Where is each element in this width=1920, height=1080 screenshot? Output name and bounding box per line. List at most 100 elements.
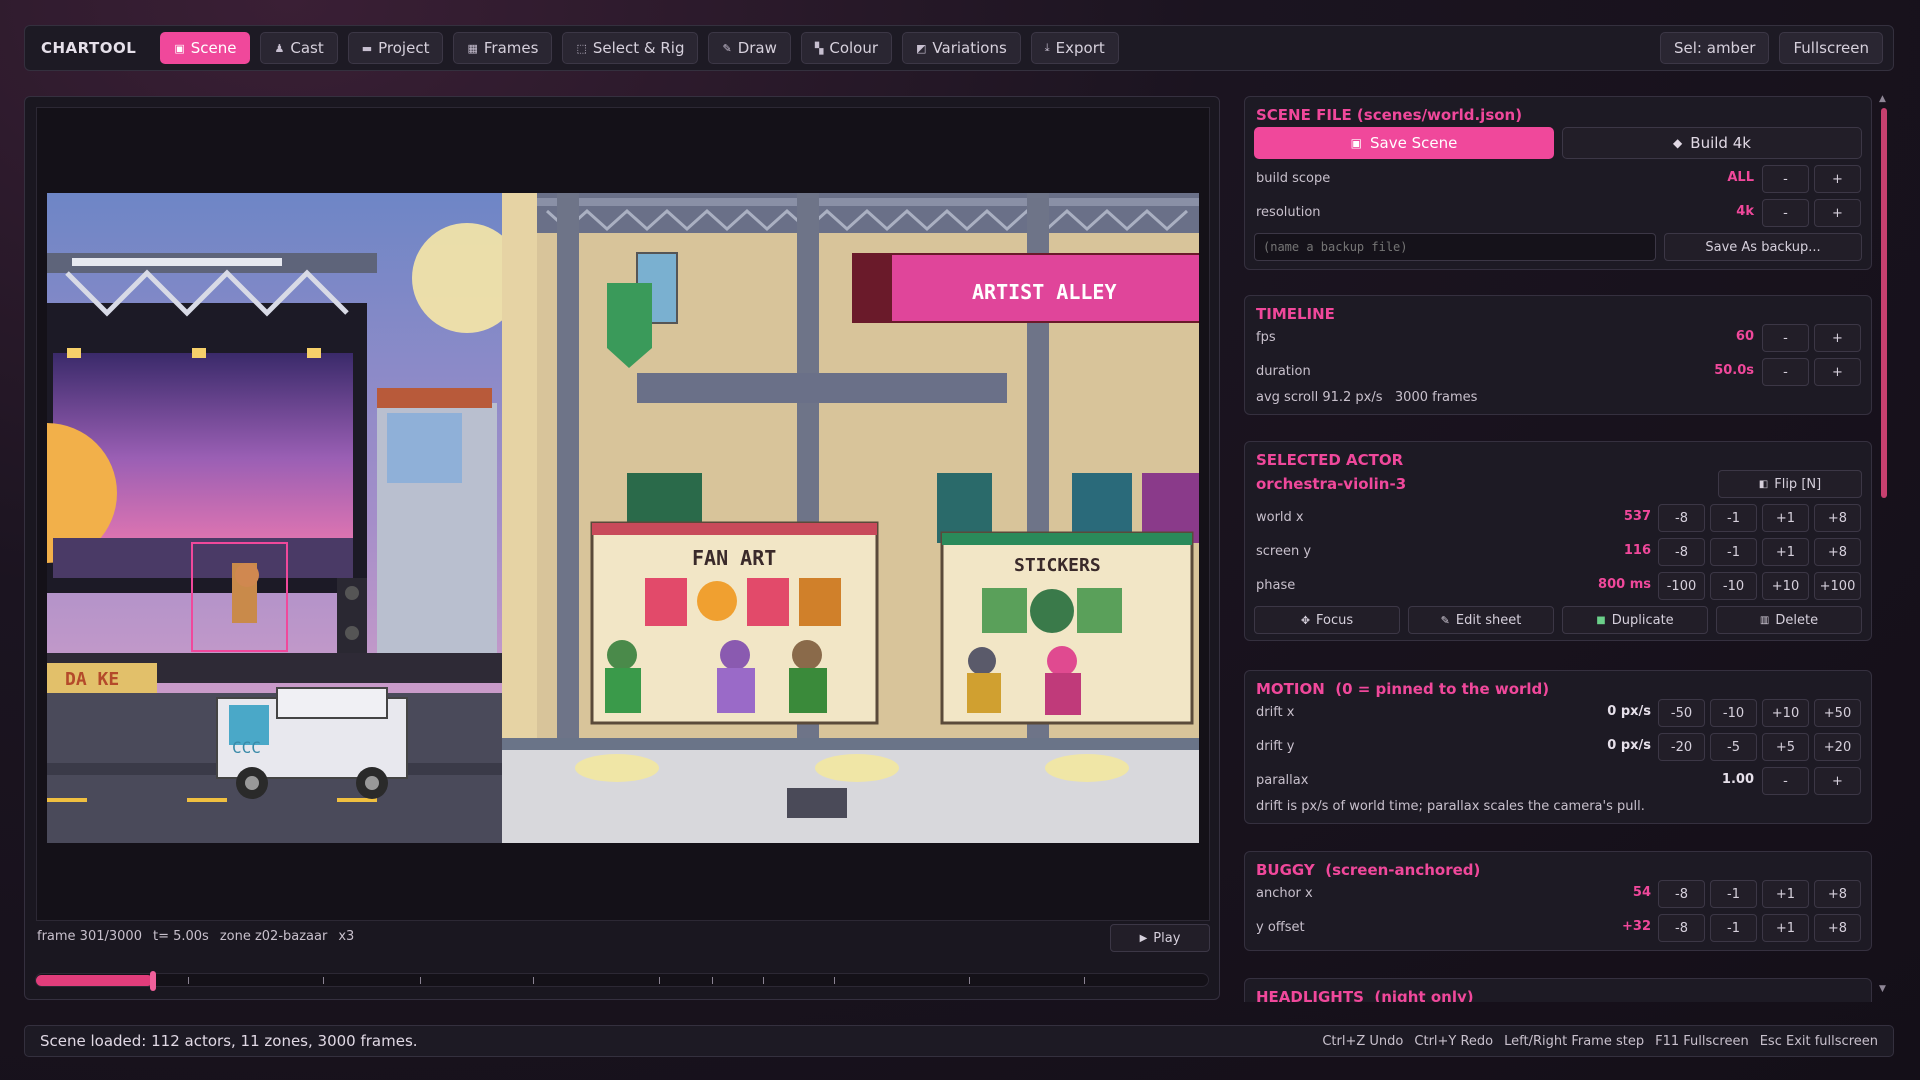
fps-plus[interactable]: + xyxy=(1814,324,1861,352)
selection-button[interactable]: Sel: amber xyxy=(1660,32,1770,64)
duration-label: duration xyxy=(1256,364,1311,379)
play-button[interactable]: ▶ Play xyxy=(1110,924,1210,952)
scroll-down-icon[interactable]: ▼ xyxy=(1879,984,1886,994)
y-offset-plus8[interactable]: +8 xyxy=(1814,914,1861,942)
save-scene-button[interactable]: ▣ Save Scene xyxy=(1254,127,1554,159)
focus-button[interactable]: ✥ Focus xyxy=(1254,606,1400,634)
y-offset-plus1[interactable]: +1 xyxy=(1762,914,1809,942)
fps-row: fps 60 - + xyxy=(1245,324,1872,352)
tab-frames[interactable]: ▦ Frames xyxy=(453,32,553,64)
y-offset-minus8[interactable]: -8 xyxy=(1658,914,1705,942)
screen-y-plus8[interactable]: +8 xyxy=(1814,538,1861,566)
build-scope-minus[interactable]: - xyxy=(1762,165,1809,193)
tab-colour[interactable]: ▚ Colour xyxy=(800,32,893,64)
duration-value: 50.0s xyxy=(1714,363,1754,378)
drift-y-plus5[interactable]: +5 xyxy=(1762,733,1809,761)
phase-minus10[interactable]: -10 xyxy=(1710,572,1757,600)
drift-y-plus20[interactable]: +20 xyxy=(1814,733,1861,761)
drift-x-plus50[interactable]: +50 xyxy=(1814,699,1861,727)
world-x-plus1[interactable]: +1 xyxy=(1762,504,1809,532)
timeline-scrubber[interactable] xyxy=(35,971,1209,991)
parallax-plus[interactable]: + xyxy=(1814,767,1861,795)
scrollbar-thumb[interactable] xyxy=(1881,108,1887,498)
drift-x-row: drift x 0 px/s -50 -10 +10 +50 xyxy=(1245,699,1872,727)
build-4k-button[interactable]: ◆ Build 4k xyxy=(1562,127,1862,159)
zoom-readout: x3 xyxy=(338,929,355,944)
tab-cast[interactable]: ♟ Cast xyxy=(260,32,338,64)
world-x-minus8[interactable]: -8 xyxy=(1658,504,1705,532)
parallax-value: 1.00 xyxy=(1721,772,1754,787)
resolution-minus[interactable]: - xyxy=(1762,199,1809,227)
phase-row: phase 800 ms -100 -10 +10 +100 xyxy=(1245,572,1872,600)
shortcut-redo: Ctrl+Y Redo xyxy=(1414,1033,1494,1049)
timeline-playhead[interactable] xyxy=(150,971,157,991)
buggy-title: BUGGY (screen-anchored) xyxy=(1256,861,1481,879)
resolution-row: resolution 4k - + xyxy=(1245,199,1872,227)
phase-plus10[interactable]: +10 xyxy=(1762,572,1809,600)
phase-plus100[interactable]: +100 xyxy=(1814,572,1861,600)
anchor-x-label: anchor x xyxy=(1256,886,1313,901)
build-scope-plus[interactable]: + xyxy=(1814,165,1861,193)
delete-button[interactable]: ▥ Delete xyxy=(1716,606,1862,634)
backup-name-input[interactable] xyxy=(1254,233,1656,261)
drift-y-minus5[interactable]: -5 xyxy=(1710,733,1757,761)
parallax-minus[interactable]: - xyxy=(1762,767,1809,795)
tab-variations[interactable]: ◩ Variations xyxy=(902,32,1021,64)
top-toolbar: CHARTOOL ▣ Scene ♟ Cast ▬ Project ▦ Frames ⬚… xyxy=(24,25,1894,71)
save-icon: ▣ xyxy=(1350,136,1362,150)
timeline-note: avg scroll 91.2 px/s 3000 frames xyxy=(1256,390,1478,405)
duration-minus[interactable]: - xyxy=(1762,358,1809,386)
screen-y-minus8[interactable]: -8 xyxy=(1658,538,1705,566)
pencil-icon: ✎ xyxy=(1440,613,1450,627)
zone-marker xyxy=(834,977,835,984)
edit-sheet-label: Edit sheet xyxy=(1455,612,1522,628)
tab-draw[interactable]: ✎ Draw xyxy=(708,32,791,64)
zone-marker xyxy=(420,977,421,984)
buggy-panel: BUGGY (screen-anchored) anchor x 54 -8 -… xyxy=(1244,851,1872,951)
tab-select-rig[interactable]: ⬚ Select & Rig xyxy=(562,32,699,64)
tab-project[interactable]: ▬ Project xyxy=(347,32,444,64)
save-as-backup-button[interactable]: Save As backup... xyxy=(1664,233,1862,261)
duration-plus[interactable]: + xyxy=(1814,358,1861,386)
phase-minus100[interactable]: -100 xyxy=(1658,572,1705,600)
anchor-x-minus1[interactable]: -1 xyxy=(1710,880,1757,908)
screen-y-minus1[interactable]: -1 xyxy=(1710,538,1757,566)
zone-marker xyxy=(969,977,970,984)
drift-x-plus10[interactable]: +10 xyxy=(1762,699,1809,727)
phase-label: phase xyxy=(1256,578,1296,593)
fullscreen-button[interactable]: Fullscreen xyxy=(1779,32,1883,64)
panel-scrollbar[interactable]: ▲ ▼ xyxy=(1878,94,1890,998)
zone-marker xyxy=(763,977,764,984)
scene-illustration: DA KE CCC ARTIST ALLEY FAN ART STICKERS xyxy=(47,193,1199,843)
scroll-up-icon[interactable]: ▲ xyxy=(1879,94,1886,104)
scene-canvas[interactable]: DA KE CCC ARTIST ALLEY FAN ART STICKERS xyxy=(47,193,1199,843)
drift-x-minus50[interactable]: -50 xyxy=(1658,699,1705,727)
drift-x-minus10[interactable]: -10 xyxy=(1710,699,1757,727)
world-x-minus1[interactable]: -1 xyxy=(1710,504,1757,532)
anchor-x-plus8[interactable]: +8 xyxy=(1814,880,1861,908)
cast-icon: ♟ xyxy=(274,41,285,55)
delete-label: Delete xyxy=(1775,612,1819,628)
y-offset-minus1[interactable]: -1 xyxy=(1710,914,1757,942)
parallax-row: parallax 1.00 - + xyxy=(1245,767,1872,795)
tab-scene[interactable]: ▣ Scene xyxy=(160,32,251,64)
edit-sheet-button[interactable]: ✎ Edit sheet xyxy=(1408,606,1554,634)
resolution-plus[interactable]: + xyxy=(1814,199,1861,227)
tab-export[interactable]: ⤓ Export xyxy=(1030,32,1119,64)
tab-label: Variations xyxy=(932,39,1007,57)
drift-y-label: drift y xyxy=(1256,739,1295,754)
fps-minus[interactable]: - xyxy=(1762,324,1809,352)
palette-icon: ▚ xyxy=(814,41,824,55)
flip-button[interactable]: ◧ Flip [N] xyxy=(1718,470,1862,498)
drift-y-minus20[interactable]: -20 xyxy=(1658,733,1705,761)
shortcut-exit-fullscreen: Esc Exit fullscreen xyxy=(1759,1033,1878,1049)
focus-icon: ✥ xyxy=(1300,613,1311,627)
tab-label: Export xyxy=(1055,39,1105,57)
anchor-x-plus1[interactable]: +1 xyxy=(1762,880,1809,908)
world-x-plus8[interactable]: +8 xyxy=(1814,504,1861,532)
duplicate-button[interactable]: ■ Duplicate xyxy=(1562,606,1708,634)
screen-y-plus1[interactable]: +1 xyxy=(1762,538,1809,566)
motion-note: drift is px/s of world time; parallax sc… xyxy=(1256,799,1645,814)
stage-info: frame 301/3000 t= 5.00s zone z02-bazaar … xyxy=(37,929,354,944)
anchor-x-minus8[interactable]: -8 xyxy=(1658,880,1705,908)
